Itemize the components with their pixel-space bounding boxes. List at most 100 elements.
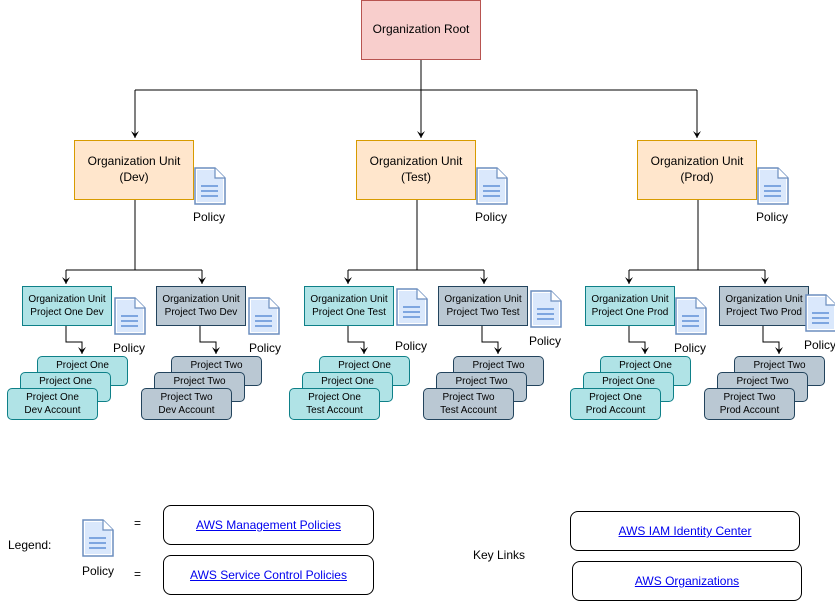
root-label: Organization Root [372,22,470,37]
ou-label: Organization Unit (Dev) [88,154,181,185]
account-card: Project Two Dev Account [141,388,232,420]
sub-organization-unit: Organization Unit Project One Test [304,286,394,326]
ou-env: (Dev) [119,170,149,184]
connector-arrow [762,326,783,354]
account-project: Project Two [723,392,776,403]
sub-ou-label: Organization Unit Project One Dev [28,293,105,319]
connector-arrow [135,60,697,91]
aws-management-policies-link[interactable]: AWS Management Policies [196,518,341,532]
account-env: Dev Account [24,405,81,416]
account-label: Project Two [190,360,243,371]
account-env: Prod Account [719,405,780,416]
policy-document-icon [476,167,508,205]
organizations-box: AWS Organizations [572,561,802,601]
aws-service-control-policies-link[interactable]: AWS Service Control Policies [190,568,347,582]
connector-arrow [347,326,368,354]
sub-ou-label: Organization Unit Project Two Prod [725,293,802,319]
connector-arrow [66,200,202,271]
org-diagram: Organization Root Organization Unit (Dev)… [0,0,835,601]
account-label: Project Two [736,376,789,387]
ou-env: (Test) [401,170,431,184]
account-label: Project One [321,376,374,387]
key-links-label: Key Links [473,548,526,562]
account-env: Test Account [440,405,497,416]
sub-ou-title: Organization Unit [725,294,803,305]
account-env: Prod Account [585,405,646,416]
aws-organizations-link[interactable]: AWS Organizations [635,574,739,588]
account-card: Project One Test Account [289,388,380,420]
ou-title: Organization Unit [650,154,744,169]
account-label: Project One [56,360,109,371]
account-label: Project Two [753,360,806,371]
account-label: Project Two Prod Account [720,391,779,417]
sub-ou-title: Organization Unit [162,294,240,305]
account-label: Project One [602,376,655,387]
equals-sign: = [134,516,142,530]
sub-ou-project: Project Two Test [446,307,520,318]
sub-ou-label: Organization Unit Project One Test [310,293,387,319]
sub-ou-project: Project One Test [312,307,386,318]
connector-arrow [65,326,86,354]
iam-identity-center-box: AWS IAM Identity Center [570,511,800,551]
ou-label: Organization Unit (Test) [370,154,463,185]
account-label: Project One [619,360,672,371]
account-card: Project One Prod Account [570,388,661,420]
legend-policy-label: Policy [81,564,115,578]
policy-document-icon [757,167,789,205]
policy-label: Policy [528,334,562,348]
account-label: Project Two Dev Account [158,391,214,417]
account-project: Project One [308,392,361,403]
ou-label: Organization Unit (Prod) [651,154,744,185]
sub-ou-project: Project One Dev [30,307,104,318]
policy-document-icon [675,297,707,335]
organization-unit-dev: Organization Unit (Dev) [74,140,194,200]
ou-env: (Prod) [680,170,714,184]
account-label: Project One Dev Account [24,391,80,417]
account-card: Project Two Test Account [423,388,514,420]
policy-document-icon [114,297,146,335]
policy-document-icon [805,294,835,332]
policy-document-icon [194,167,226,205]
account-label: Project Two [455,376,508,387]
sub-organization-unit: Organization Unit Project Two Dev [156,286,246,326]
account-project: Project Two [160,392,213,403]
aws-iam-identity-center-link[interactable]: AWS IAM Identity Center [619,524,752,538]
sub-ou-label: Organization Unit Project Two Test [444,293,521,319]
policy-document-icon [396,288,428,326]
account-card: Project Two Prod Account [704,388,795,420]
policy-label: Policy [248,341,282,355]
legend-label: Legend: [8,538,52,552]
service-control-policies-box: AWS Service Control Policies [163,555,374,595]
sub-ou-title: Organization Unit [444,294,522,305]
account-project: Project Two [442,392,495,403]
organization-unit-test: Organization Unit (Test) [356,140,476,200]
policy-label: Policy [755,210,789,224]
account-label: Project Two [472,360,525,371]
sub-ou-title: Organization Unit [310,294,388,305]
equals-sign: = [134,567,142,581]
account-project: Project One [589,392,642,403]
sub-ou-project: Project Two Prod [726,307,802,318]
account-label: Project One Test Account [306,391,363,417]
policy-document-icon [248,297,280,335]
connector-arrow [199,326,220,354]
sub-ou-label: Organization Unit Project Two Dev [162,293,239,319]
sub-organization-unit: Organization Unit Project Two Prod [719,286,809,326]
account-label: Project One Prod Account [586,391,645,417]
sub-ou-project: Project One Prod [591,307,669,318]
account-env: Test Account [306,405,363,416]
policy-label: Policy [394,339,428,353]
policy-document-icon [530,290,562,328]
account-label: Project One [39,376,92,387]
sub-organization-unit: Organization Unit Project Two Test [438,286,528,326]
policy-label: Policy [192,210,226,224]
account-env: Dev Account [158,405,215,416]
organization-unit-prod: Organization Unit (Prod) [637,140,757,200]
policy-label: Policy [673,341,707,355]
sub-ou-title: Organization Unit [591,294,669,305]
sub-organization-unit: Organization Unit Project One Dev [22,286,112,326]
sub-organization-unit: Organization Unit Project One Prod [585,286,675,326]
ou-title: Organization Unit [87,154,181,169]
account-label: Project Two [173,376,226,387]
connector-arrow [348,200,484,271]
